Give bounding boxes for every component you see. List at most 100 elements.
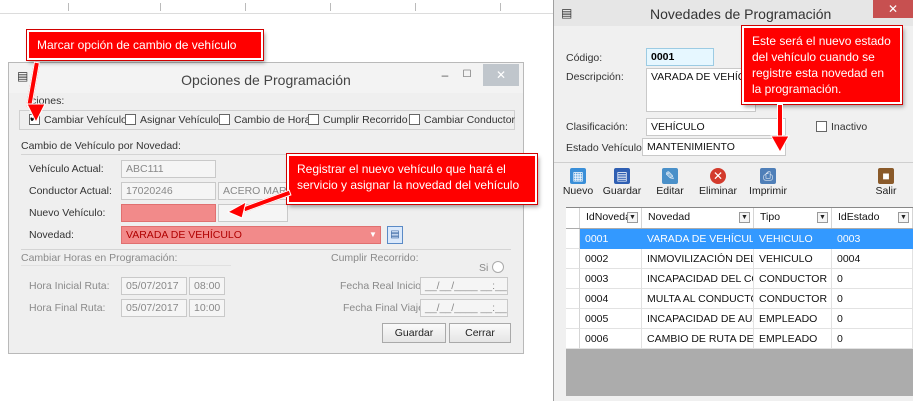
checkbox-icon[interactable] (308, 114, 319, 125)
cell-idnovedad[interactable]: 0003 (580, 269, 642, 289)
fecha-real-inicio-field: __/__/____ __:__ (420, 277, 508, 295)
table-row[interactable]: 0005 INCAPACIDAD DE AUXI... EMPLEADO 0 (566, 309, 913, 329)
col-tipo[interactable]: Tipo ▼ (754, 208, 832, 228)
option-asignar-vehiculo[interactable]: Asignar Vehículo (125, 114, 219, 126)
chevron-down-icon[interactable]: ▼ (898, 212, 909, 223)
edit-icon: ✎ (662, 168, 678, 184)
bus-icon: ▤ (561, 6, 573, 20)
eliminar-button[interactable]: ✕ Eliminar (698, 167, 738, 205)
row-selector[interactable] (566, 229, 580, 249)
cell-novedad[interactable]: INCAPACIDAD DE AUXI... (642, 309, 754, 329)
guardar-button[interactable]: ▤ Guardar (602, 167, 642, 205)
close-button[interactable]: ✕ (873, 0, 913, 18)
chevron-down-icon[interactable]: ▼ (817, 212, 828, 223)
salir-button[interactable]: ■ Salir (866, 167, 906, 205)
novedades-grid: IdNoveda ▼ Novedad ▼ Tipo ▼ IdEstado ▼ 0001 … (566, 207, 913, 396)
cell-idnovedad[interactable]: 0006 (580, 329, 642, 349)
codigo-input[interactable]: 0001 (646, 48, 714, 66)
table-row[interactable]: 0003 INCAPACIDAD DEL CO... CONDUCTOR 0 (566, 269, 913, 289)
row-selector[interactable] (566, 269, 580, 289)
cell-idestado[interactable]: 0 (832, 269, 913, 289)
search-list-icon[interactable]: ▤ (387, 226, 403, 244)
option-cambiar-conductor[interactable]: Cambiar Conductor (409, 114, 515, 126)
arrow-down-icon (770, 135, 790, 154)
cell-idnovedad[interactable]: 0005 (580, 309, 642, 329)
exit-icon: ■ (878, 168, 894, 184)
chevron-down-icon[interactable]: ▼ (739, 212, 750, 223)
cell-novedad[interactable]: MULTA AL CONDUCTOR (642, 289, 754, 309)
col-novedad[interactable]: Novedad ▼ (642, 208, 754, 228)
cell-idestado[interactable]: 0 (832, 329, 913, 349)
inactivo-checkbox[interactable]: Inactivo (816, 121, 867, 133)
nuevo-button[interactable]: ▦ Nuevo (558, 167, 598, 205)
cell-idnovedad[interactable]: 0004 (580, 289, 642, 309)
save-icon: ▤ (614, 168, 630, 184)
minimize-button[interactable]: – (435, 64, 455, 86)
cell-novedad[interactable]: INMOVILIZACIÓN DEL ... (642, 249, 754, 269)
maximize-button[interactable]: ☐ (457, 64, 477, 86)
checkbox-icon[interactable] (816, 121, 827, 132)
cell-tipo[interactable]: VEHICULO (754, 229, 832, 249)
arrow-down-icon (26, 103, 46, 124)
cerrar-button[interactable]: Cerrar (449, 323, 511, 343)
nuevo-vehiculo-input[interactable] (121, 204, 216, 222)
row-selector[interactable] (566, 309, 580, 329)
cell-idnovedad[interactable]: 0001 (580, 229, 642, 249)
delete-icon: ✕ (710, 168, 726, 184)
cell-tipo[interactable]: CONDUCTOR (754, 289, 832, 309)
si-radio-icon[interactable] (492, 261, 504, 273)
cell-novedad[interactable]: VARADA DE VEHÍCULO (642, 229, 754, 249)
conductor-actual-label: Conductor Actual: (29, 185, 112, 197)
fecha-final-viaje-field: __/__/____ __:__ (420, 299, 508, 317)
cell-tipo[interactable]: EMPLEADO (754, 309, 832, 329)
cell-novedad[interactable]: CAMBIO DE RUTA DE A... (642, 329, 754, 349)
row-selector[interactable] (566, 329, 580, 349)
vehiculo-actual-label: Vehículo Actual: (29, 163, 104, 175)
window-title: Novedades de Programación (650, 6, 832, 22)
chevron-down-icon[interactable]: ▼ (627, 212, 638, 223)
opciones-programacion-dialog: ▤ Opciones de Programación – ☐ ✕ ciones:… (8, 62, 524, 354)
section-cumplir-recorrido: Cumplir Recorrido: (331, 252, 419, 264)
hora-final-time: 10:00 (189, 299, 225, 317)
dialog-titlebar[interactable]: ▤ Opciones de Programación – ☐ ✕ (9, 63, 523, 93)
background-toolbar-strip (0, 0, 553, 14)
vehiculo-actual-field: ABC111 (121, 160, 216, 178)
descripcion-input[interactable]: VARADA DE VEHÍCUL (646, 68, 756, 112)
callout-arrow (777, 104, 783, 138)
checkbox-icon[interactable] (219, 114, 230, 125)
print-icon: ⎙ (760, 168, 776, 184)
col-idnovedad[interactable]: IdNoveda ▼ (580, 208, 642, 228)
cell-idestado[interactable]: 0003 (832, 229, 913, 249)
option-cambio-horas[interactable]: Cambio de Horas (219, 114, 316, 126)
col-idestado[interactable]: IdEstado ▼ (832, 208, 913, 228)
cell-idestado[interactable]: 0004 (832, 249, 913, 269)
cell-tipo[interactable]: CONDUCTOR (754, 269, 832, 289)
dropdown-arrow-icon[interactable]: ▼ (369, 230, 377, 239)
cell-idnovedad[interactable]: 0002 (580, 249, 642, 269)
cell-tipo[interactable]: VEHICULO (754, 249, 832, 269)
table-row[interactable]: 0006 CAMBIO DE RUTA DE A... EMPLEADO 0 (566, 329, 913, 349)
editar-button[interactable]: ✎ Editar (650, 167, 690, 205)
callout-nuevo-estado: Este será el nuevo estado del vehículo c… (742, 26, 902, 104)
imprimir-button[interactable]: ⎙ Imprimir (748, 167, 788, 205)
option-cumplir-recorrido[interactable]: Cumplir Recorrido (308, 114, 408, 126)
novedad-select[interactable]: VARADA DE VEHÍCULO (121, 226, 381, 244)
cell-novedad[interactable]: INCAPACIDAD DEL CO... (642, 269, 754, 289)
cell-tipo[interactable]: EMPLEADO (754, 329, 832, 349)
table-row[interactable]: 0001 VARADA DE VEHÍCULO VEHICULO 0003 (566, 229, 913, 249)
estado-vehiculo-select[interactable]: MANTENIMIENTO (642, 138, 786, 156)
codigo-label: Código: (566, 52, 603, 64)
window-titlebar[interactable]: ▤ Novedades de Programación ✕ (554, 0, 913, 26)
section-cambiar-horas: Cambiar Horas en Programación: (21, 252, 178, 264)
guardar-button[interactable]: Guardar (382, 323, 446, 343)
table-row[interactable]: 0002 INMOVILIZACIÓN DEL ... VEHICULO 000… (566, 249, 913, 269)
row-selector[interactable] (566, 289, 580, 309)
clasificacion-select[interactable]: VEHÍCULO (646, 118, 786, 136)
checkbox-icon[interactable] (409, 114, 420, 125)
table-row[interactable]: 0004 MULTA AL CONDUCTOR CONDUCTOR 0 (566, 289, 913, 309)
cell-idestado[interactable]: 0 (832, 309, 913, 329)
checkbox-icon[interactable] (125, 114, 136, 125)
close-button[interactable]: ✕ (483, 64, 519, 86)
cell-idestado[interactable]: 0 (832, 289, 913, 309)
row-selector[interactable] (566, 249, 580, 269)
